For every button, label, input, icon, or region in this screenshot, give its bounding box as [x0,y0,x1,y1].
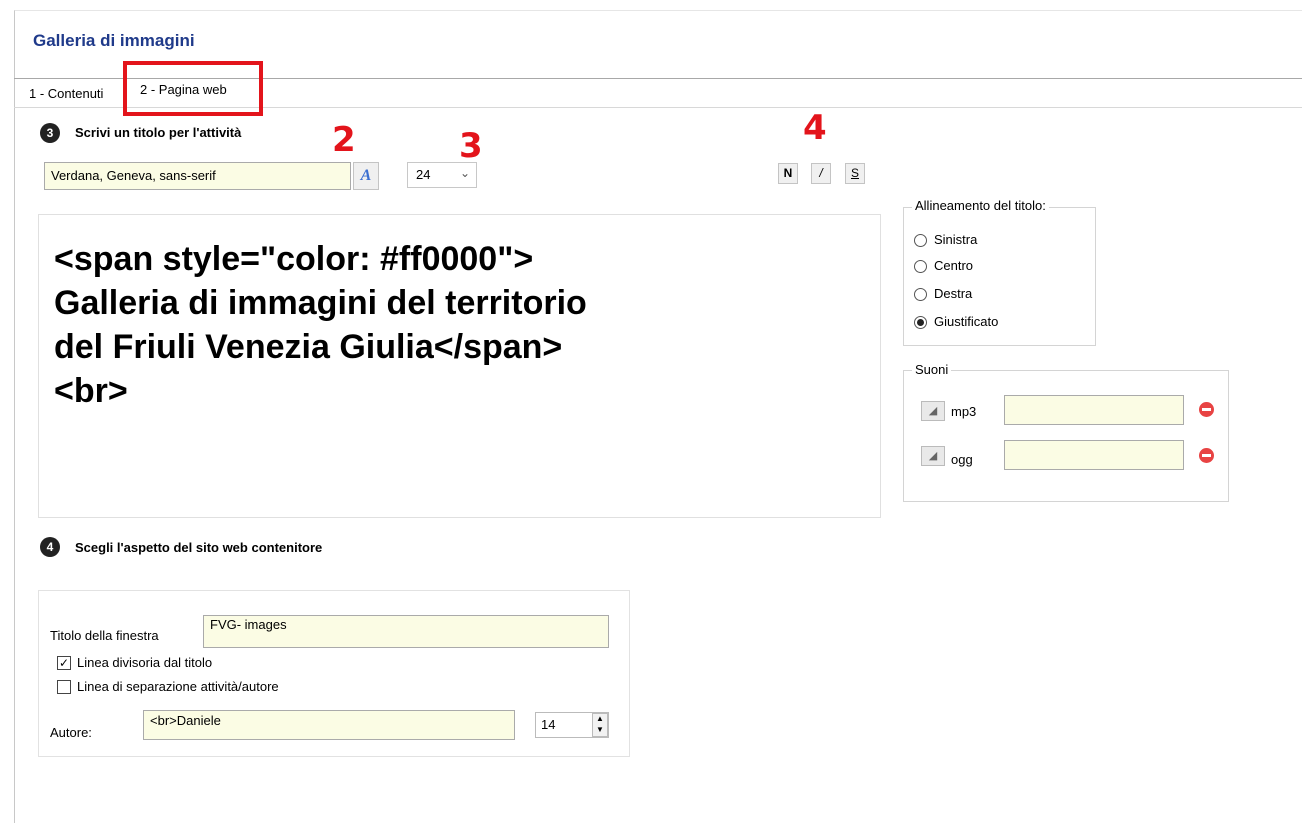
author-label: Autore: [50,725,92,740]
sound-label-ogg: ogg [951,452,973,467]
sound-ogg-input[interactable] [1004,440,1184,470]
speaker-icon[interactable]: ◢ [921,446,945,466]
radio-centro[interactable] [914,260,927,273]
remove-mp3-icon[interactable] [1199,402,1214,417]
font-size-value: 24 [416,167,431,182]
radio-destra[interactable] [914,288,927,301]
checkbox-label: Linea di separazione attività/autore [77,679,279,694]
chevron-down-icon: ⌄ [460,166,471,180]
radio-label: Giustificato [934,314,999,329]
sounds-legend: Suoni [912,362,952,377]
step-3-badge: 3 [40,123,60,143]
annotation-3: 3 [459,126,483,166]
sound-mp3-input[interactable] [1004,395,1184,425]
author-size-value: 14 [541,717,556,732]
author-size-stepper[interactable]: 14 ▲ ▼ [535,712,609,738]
annotation-2: 2 [332,120,356,160]
underline-button[interactable]: S [845,163,865,184]
window-title-input[interactable]: FVG- images [203,615,609,648]
remove-ogg-icon[interactable] [1199,448,1214,463]
step-4-badge: 4 [40,537,60,557]
radio-label: Centro [934,258,974,273]
site-section-label: Scegli l'aspetto del sito web contenitor… [75,540,323,555]
alignment-legend: Allineamento del titolo: [912,198,1049,213]
title-section-label: Scrivi un titolo per l'attività [75,125,242,140]
alignment-group [903,207,1096,346]
spinner-buttons[interactable]: ▲ ▼ [592,713,608,737]
checkbox-linea-separazione[interactable] [57,680,71,694]
editor-line: <br> [54,372,128,410]
radio-label: Sinistra [934,232,978,247]
sounds-group [903,370,1229,502]
radio-label: Destra [934,286,973,301]
bold-button[interactable]: N [778,163,798,184]
radio-giustificato[interactable] [914,316,927,329]
title-editor-content[interactable]: <span style="color: #ff0000"> Galleria d… [54,237,874,413]
tab-highlight-box [123,61,263,116]
italic-button[interactable]: / [811,163,831,184]
author-input[interactable]: <br>Daniele [143,710,515,740]
speaker-icon[interactable]: ◢ [921,401,945,421]
radio-sinistra[interactable] [914,234,927,247]
tab-contenuti[interactable]: 1 - Contenuti [29,86,103,101]
window-title-label: Titolo della finestra [50,628,159,643]
editor-line: del Friuli Venezia Giulia</span> [54,328,563,366]
font-picker-button[interactable]: A [353,162,379,190]
window-title: Galleria di immagini [33,31,195,50]
checkbox-label: Linea divisoria dal titolo [77,655,213,670]
annotation-4: 4 [803,108,827,148]
arrow-down-icon[interactable]: ▼ [596,725,604,734]
editor-line: Galleria di immagini del territorio [54,284,587,322]
font-size-select[interactable]: 24 ⌄ [407,162,477,188]
editor-line: <span style="color: #ff0000"> [54,240,534,278]
sound-label-mp3: mp3 [951,404,977,419]
font-family-input[interactable]: Verdana, Geneva, sans-serif [44,162,351,190]
checkbox-linea-divisoria[interactable]: ✓ [57,656,71,670]
arrow-up-icon[interactable]: ▲ [596,714,604,723]
